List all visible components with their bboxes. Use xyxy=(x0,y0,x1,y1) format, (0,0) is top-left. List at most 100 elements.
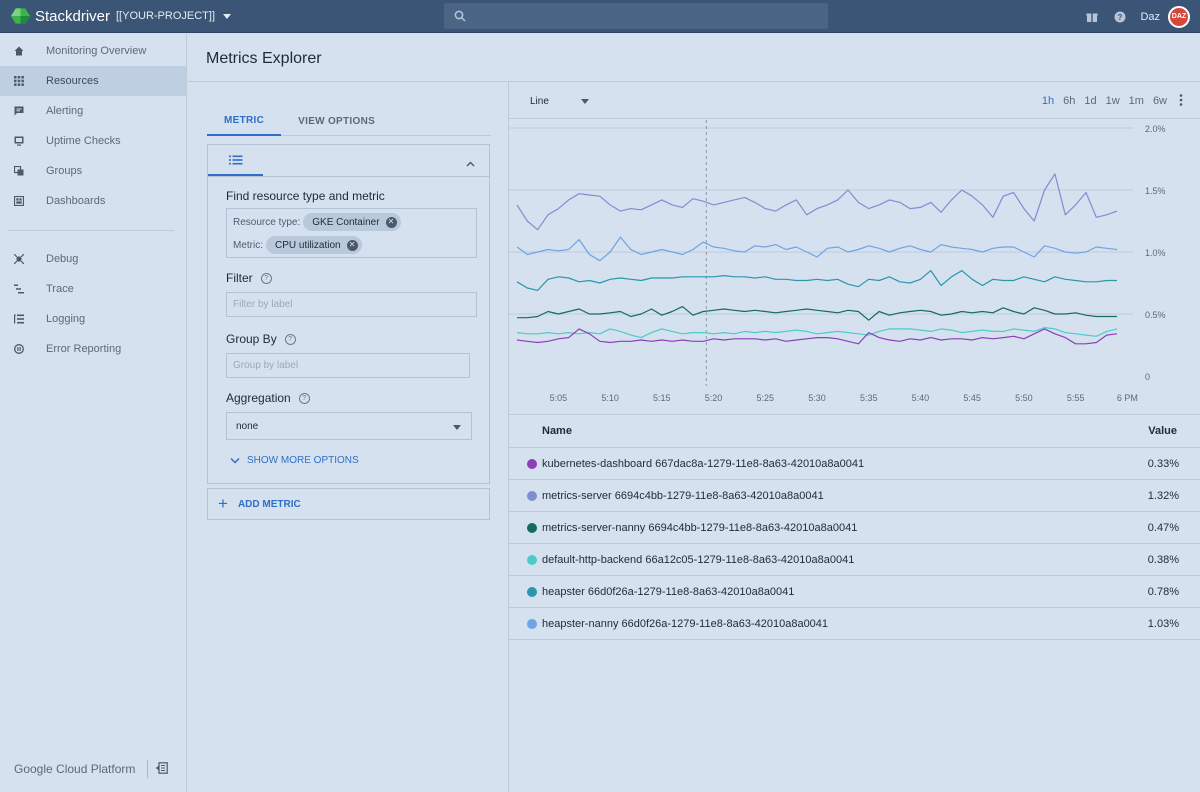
metric-chip[interactable]: CPU utilization ✕ xyxy=(266,236,362,254)
series-name: kubernetes-dashboard 667dac8a-1279-11e8-… xyxy=(542,457,865,470)
series-color-dot xyxy=(527,555,537,565)
builder-tabs: METRIC VIEW OPTIONS xyxy=(207,106,491,136)
x-tick-label: 5:45 xyxy=(963,393,981,403)
chevron-down-icon xyxy=(223,13,232,19)
avatar[interactable]: DAZ xyxy=(1168,5,1190,28)
metric-label: Metric: xyxy=(233,239,263,251)
range-1h[interactable]: 1h xyxy=(1042,95,1054,107)
sidebar-item-error-reporting[interactable]: Error Reporting xyxy=(0,334,186,364)
chevron-down-icon xyxy=(580,99,589,104)
sidebar-item-logging[interactable]: Logging xyxy=(0,304,186,334)
project-name: [[YOUR-PROJECT]] xyxy=(116,10,216,22)
debug-icon xyxy=(14,254,24,264)
sidebar-item-uptime-checks[interactable]: Uptime Checks xyxy=(0,126,186,156)
show-more-options-button[interactable]: SHOW MORE OPTIONS xyxy=(230,455,359,466)
user-name[interactable]: Daz xyxy=(1140,11,1160,23)
y-tick-label: 2.0% xyxy=(1145,124,1166,134)
sidebar-item-groups[interactable]: Groups xyxy=(0,156,186,186)
series-value: 1.32% xyxy=(1147,489,1179,502)
table-row[interactable]: metrics-server-nanny 6694c4bb-1279-11e8-… xyxy=(509,512,1200,544)
help-icon[interactable]: ? xyxy=(1112,9,1128,25)
sidebar-item-label: Monitoring Overview xyxy=(46,45,147,57)
groupby-label: Group By xyxy=(226,332,277,346)
search-input[interactable] xyxy=(474,9,814,23)
x-tick-label: 5:20 xyxy=(705,393,723,403)
column-value-header[interactable]: Value xyxy=(1148,425,1177,437)
x-tick-label: 5:25 xyxy=(757,393,775,403)
series-name: metrics-server-nanny 6694c4bb-1279-11e8-… xyxy=(542,521,858,534)
table-row[interactable]: heapster 66d0f26a-1279-11e8-8a63-42010a8… xyxy=(509,576,1200,608)
remove-metric-icon[interactable]: ✕ xyxy=(346,239,358,251)
search-bar[interactable] xyxy=(444,3,828,29)
svg-text:?: ? xyxy=(1118,13,1123,22)
series-name: heapster 66d0f26a-1279-11e8-8a63-42010a8… xyxy=(542,585,795,598)
aggregation-select[interactable]: none xyxy=(226,412,472,440)
chevron-up-icon[interactable] xyxy=(466,156,475,170)
remove-resource-icon[interactable]: ✕ xyxy=(385,216,397,228)
help-icon[interactable]: ? xyxy=(284,333,296,345)
x-tick-label: 5:50 xyxy=(1015,393,1033,403)
chart-type-value: Line xyxy=(530,96,549,107)
x-tick-label: 5:40 xyxy=(912,393,930,403)
sidebar-item-label: Debug xyxy=(46,253,79,265)
range-1w[interactable]: 1w xyxy=(1106,95,1120,107)
sidebar-item-dashboards[interactable]: Dashboards xyxy=(0,186,186,216)
help-icon[interactable]: ? xyxy=(298,392,310,404)
sidebar-item-debug[interactable]: Debug xyxy=(0,244,186,274)
top-bar: Stackdriver [[YOUR-PROJECT]] ? Daz DAZ xyxy=(0,0,1200,33)
collapse-sidebar-icon[interactable] xyxy=(156,761,169,777)
table-row[interactable]: heapster-nanny 66d0f26a-1279-11e8-8a63-4… xyxy=(509,608,1200,640)
series-name: default-http-backend 66a12c05-1279-11e8-… xyxy=(542,553,855,566)
x-tick-label: 5:10 xyxy=(601,393,619,403)
x-tick-label: 5:55 xyxy=(1067,393,1085,403)
groupby-label-row: Group By ? xyxy=(226,332,296,346)
metric-list-tab[interactable] xyxy=(208,145,263,176)
brand-name: Stackdriver xyxy=(34,7,110,25)
sidebar-item-alerting[interactable]: Alerting xyxy=(0,96,186,126)
tab-view-options[interactable]: VIEW OPTIONS xyxy=(281,106,392,136)
sidebar-item-trace[interactable]: Trace xyxy=(0,274,186,304)
resource-metric-selector[interactable]: Resource type: GKE Container ✕ Metric: C… xyxy=(226,208,477,258)
help-icon[interactable]: ? xyxy=(260,272,272,284)
stackdriver-logo[interactable]: Stackdriver xyxy=(10,7,110,25)
x-tick-label: 6 PM xyxy=(1117,393,1138,403)
series-line xyxy=(516,327,1118,339)
groups-icon xyxy=(14,166,24,176)
range-1m[interactable]: 1m xyxy=(1129,95,1144,107)
sidebar-item-label: Dashboards xyxy=(46,195,106,207)
range-6h[interactable]: 6h xyxy=(1063,95,1075,107)
sidebar-divider xyxy=(8,230,174,231)
sidebar-item-resources[interactable]: Resources xyxy=(0,66,186,96)
groupby-input[interactable] xyxy=(226,353,470,378)
table-row[interactable]: metrics-server 6694c4bb-1279-11e8-8a63-4… xyxy=(509,480,1200,512)
add-metric-button[interactable]: + ADD METRIC xyxy=(207,488,490,520)
aggregation-label: Aggregation xyxy=(226,391,291,405)
range-1d[interactable]: 1d xyxy=(1084,95,1096,107)
column-name-header[interactable]: Name xyxy=(542,425,572,437)
line-chart[interactable]: 0 0.5% 1.0% 1.5% 2.0% 5:05 5:10 5:15 5:20 5:25 5:3… xyxy=(509,120,1200,410)
chart-toolbar: Line 1h 6h 1d 1w 1m 6w xyxy=(509,82,1200,119)
series-color-dot xyxy=(527,587,537,597)
sidebar-item-label: Trace xyxy=(46,283,74,295)
search-icon xyxy=(454,10,466,22)
home-icon xyxy=(14,46,24,56)
gift-icon[interactable] xyxy=(1084,9,1100,25)
x-tick-label: 5:30 xyxy=(808,393,826,403)
table-row[interactable]: default-http-backend 66a12c05-1279-11e8-… xyxy=(509,544,1200,576)
sidebar-item-label: Resources xyxy=(46,75,99,87)
resource-type-chip[interactable]: GKE Container ✕ xyxy=(303,213,401,231)
range-6w[interactable]: 6w xyxy=(1153,95,1167,107)
series-line xyxy=(516,270,1117,291)
sidebar-item-monitoring-overview[interactable]: Monitoring Overview xyxy=(0,36,186,66)
more-vert-icon[interactable] xyxy=(1179,94,1183,109)
filter-input[interactable] xyxy=(226,292,477,317)
resource-type-label: Resource type: xyxy=(233,216,301,228)
tab-metric[interactable]: METRIC xyxy=(207,106,282,136)
chart-type-select[interactable]: Line xyxy=(530,96,589,107)
sidebar-item-label: Error Reporting xyxy=(46,343,122,355)
table-row[interactable]: kubernetes-dashboard 667dac8a-1279-11e8-… xyxy=(509,448,1200,480)
find-resource-label: Find resource type and metric xyxy=(226,189,385,203)
project-selector[interactable]: [[YOUR-PROJECT]] xyxy=(116,10,232,22)
x-tick-label: 5:15 xyxy=(653,393,671,403)
aggregation-value: none xyxy=(236,420,259,432)
